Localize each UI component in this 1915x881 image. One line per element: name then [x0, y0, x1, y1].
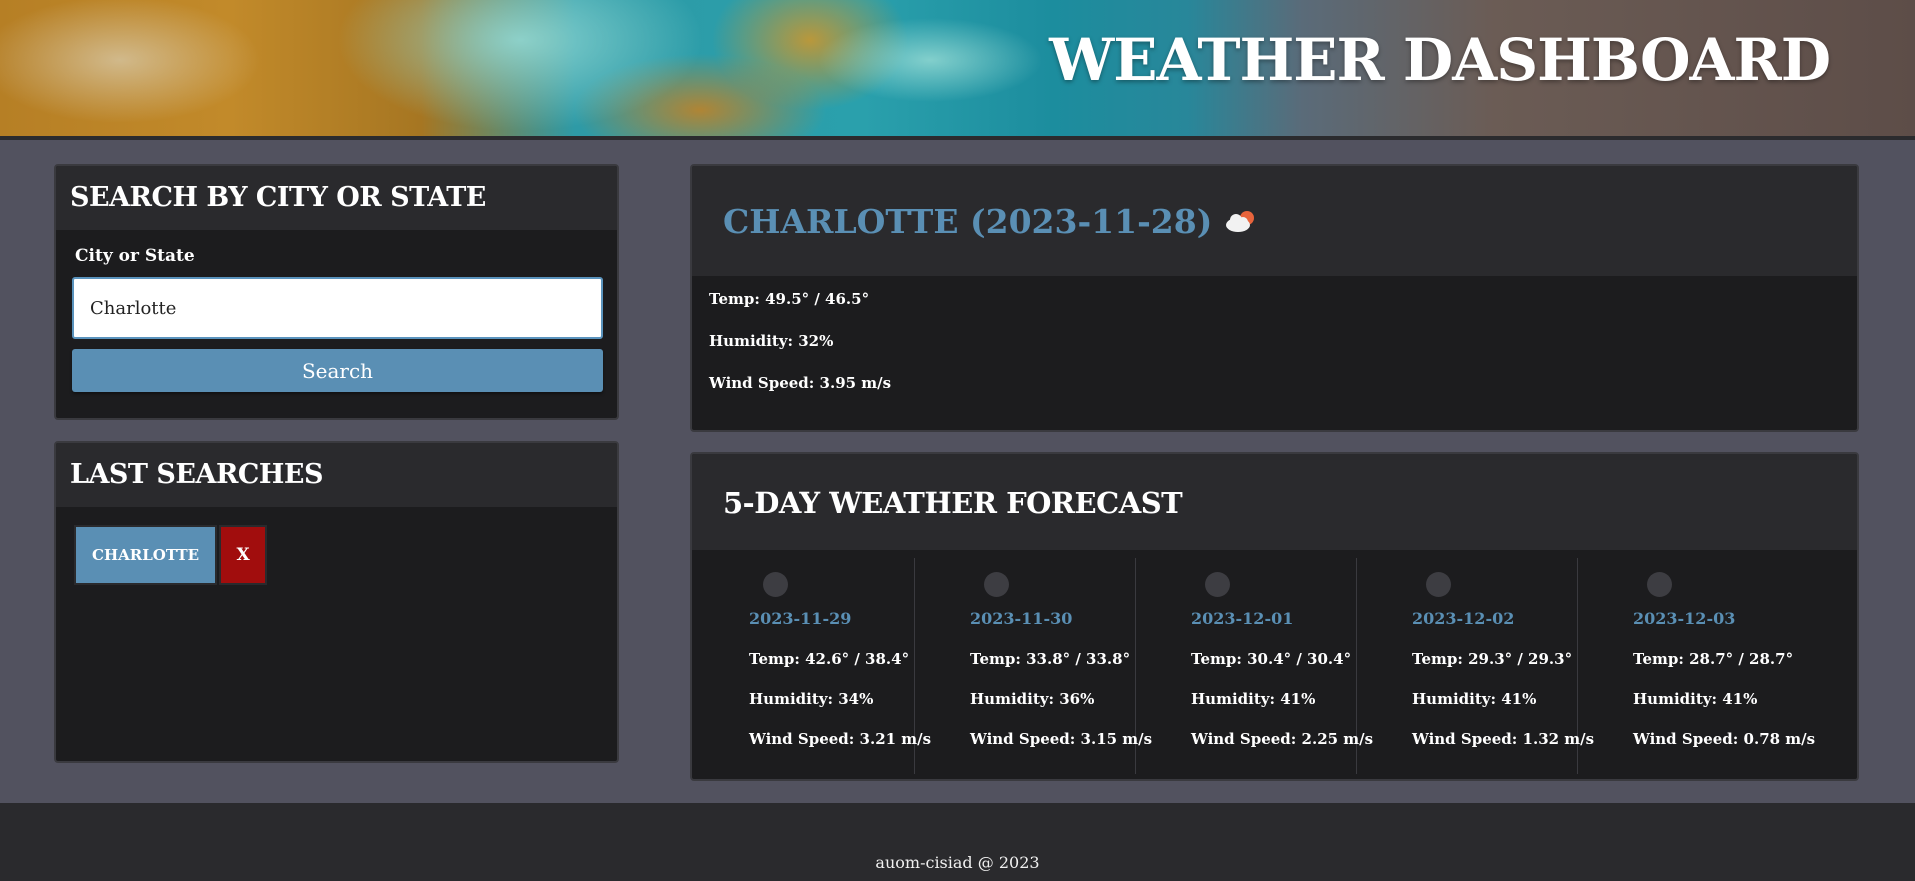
forecast-day-card: 2023-11-29 Temp: 42.6° / 38.4° Humidity:… — [694, 558, 932, 774]
forecast-humidity: Humidity: 41% — [1191, 690, 1316, 708]
forecast-humidity: Humidity: 34% — [749, 690, 874, 708]
forecast-date: 2023-11-30 — [970, 609, 1073, 628]
last-searches-heading: LAST SEARCHES — [56, 443, 617, 507]
page-title: WEATHER DASHBOARD — [1049, 26, 1831, 94]
forecast-wind: Wind Speed: 1.32 m/s — [1412, 730, 1595, 748]
forecast-temp: Temp: 28.7° / 28.7° — [1633, 650, 1794, 668]
forecast-wind: Wind Speed: 0.78 m/s — [1633, 730, 1816, 748]
forecast-day-card: 2023-12-01 Temp: 30.4° / 30.4° Humidity:… — [1136, 558, 1374, 774]
forecast-date: 2023-11-29 — [749, 609, 852, 628]
forecast-humidity: Humidity: 41% — [1412, 690, 1537, 708]
forecast-humidity: Humidity: 41% — [1633, 690, 1758, 708]
footer-credit: auom-cisiad @ 2023 — [875, 853, 1040, 872]
forecast-temp: Temp: 42.6° / 38.4° — [749, 650, 910, 668]
current-weather-body: Temp: 49.5° / 46.5° Humidity: 32% Wind S… — [692, 276, 1857, 430]
forecast-temp: Temp: 29.3° / 29.3° — [1412, 650, 1573, 668]
forecast-day-card: 2023-11-30 Temp: 33.8° / 33.8° Humidity:… — [915, 558, 1153, 774]
header-banner: WEATHER DASHBOARD — [0, 0, 1915, 140]
weather-icon — [763, 572, 788, 597]
current-weather-header: CHARLOTTE (2023-11-28) — [692, 166, 1857, 276]
history-item: CHARLOTTE X — [74, 525, 268, 585]
current-temp: Temp: 49.5° / 46.5° — [709, 290, 870, 308]
forecast-date: 2023-12-01 — [1191, 609, 1294, 628]
forecast-wind: Wind Speed: 3.15 m/s — [970, 730, 1153, 748]
forecast-humidity: Humidity: 36% — [970, 690, 1095, 708]
forecast-temp: Temp: 33.8° / 33.8° — [970, 650, 1131, 668]
cloudy-sun-icon — [1226, 211, 1255, 232]
weather-icon — [1426, 572, 1451, 597]
forecast-day-card: 2023-12-02 Temp: 29.3° / 29.3° Humidity:… — [1357, 558, 1595, 774]
forecast-day-card: 2023-12-03 Temp: 28.7° / 28.7° Humidity:… — [1578, 558, 1816, 774]
forecast-date: 2023-12-02 — [1412, 609, 1515, 628]
forecast-heading: 5-DAY WEATHER FORECAST — [692, 454, 1857, 550]
search-button[interactable]: Search — [72, 349, 603, 392]
weather-icon — [1647, 572, 1672, 597]
forecast-panel: 5-DAY WEATHER FORECAST 2023-11-29 Temp: … — [690, 452, 1859, 781]
forecast-wind: Wind Speed: 2.25 m/s — [1191, 730, 1374, 748]
current-wind: Wind Speed: 3.95 m/s — [709, 374, 892, 392]
forecast-wind: Wind Speed: 3.21 m/s — [749, 730, 932, 748]
forecast-temp: Temp: 30.4° / 30.4° — [1191, 650, 1352, 668]
current-humidity: Humidity: 32% — [709, 332, 834, 350]
footer: auom-cisiad @ 2023 — [0, 803, 1915, 881]
current-city-title: CHARLOTTE (2023-11-28) — [723, 201, 1213, 241]
weather-icon — [1205, 572, 1230, 597]
search-panel: SEARCH BY CITY OR STATE City or State Se… — [54, 164, 619, 420]
city-field-label: City or State — [75, 246, 195, 266]
history-city-button[interactable]: CHARLOTTE — [74, 525, 218, 585]
current-weather-panel: CHARLOTTE (2023-11-28) Temp: 49.5° / 46.… — [690, 164, 1859, 432]
history-delete-button[interactable]: X — [219, 525, 268, 585]
weather-icon — [984, 572, 1009, 597]
city-search-input[interactable] — [72, 277, 603, 339]
forecast-date: 2023-12-03 — [1633, 609, 1736, 628]
last-searches-panel: LAST SEARCHES CHARLOTTE X — [54, 441, 619, 763]
forecast-days: 2023-11-29 Temp: 42.6° / 38.4° Humidity:… — [694, 558, 1857, 774]
search-heading: SEARCH BY CITY OR STATE — [56, 166, 617, 230]
